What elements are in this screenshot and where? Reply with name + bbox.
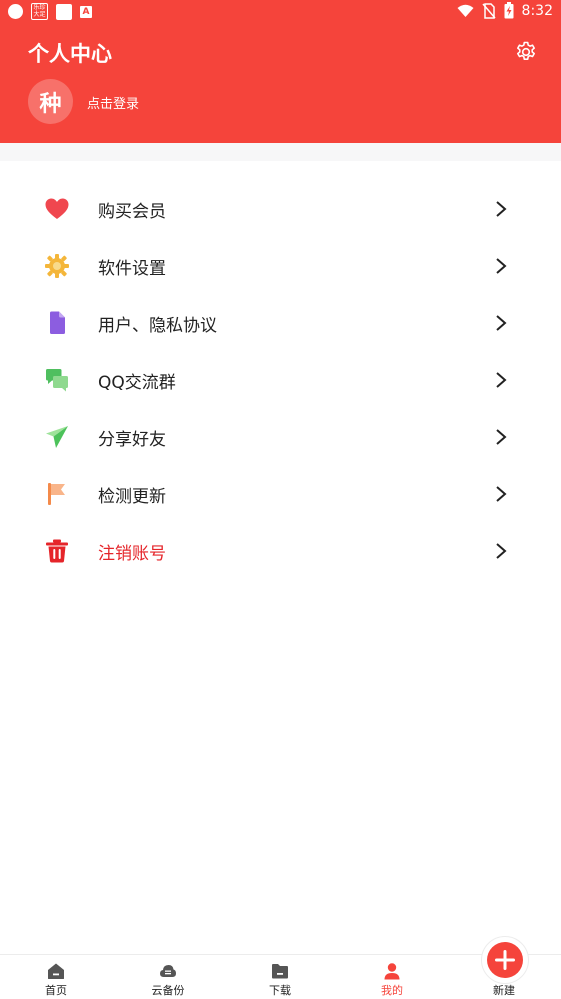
menu-item-label: 注销账号: [98, 544, 166, 564]
flag-icon: [48, 483, 65, 505]
menu-item-check-update[interactable]: 检测更新: [0, 465, 561, 522]
menu-item-software-settings[interactable]: 软件设置: [0, 237, 561, 294]
tab-label: 新建: [493, 984, 515, 997]
bottom-tab-bar: 首页 云备份 下载 我的 新建: [0, 954, 561, 999]
menu-item-label: QQ交流群: [98, 373, 176, 393]
menu-item-buy-membership[interactable]: 购买会员: [0, 180, 561, 237]
tab-cloud-backup[interactable]: 云备份: [112, 955, 224, 999]
status-bar: 乐珍大足 A 8:32: [0, 0, 561, 24]
trash-icon: [46, 539, 68, 563]
menu-item-label: 软件设置: [98, 259, 166, 279]
menu-item-qq-group[interactable]: QQ交流群: [0, 351, 561, 408]
user-icon: [384, 963, 400, 980]
menu-item-delete-account[interactable]: 注销账号: [0, 522, 561, 579]
menu-item-share-friends[interactable]: 分享好友: [0, 408, 561, 465]
document-icon: [50, 311, 65, 334]
chevron-right-icon: [496, 201, 507, 217]
chevron-right-icon: [496, 258, 507, 274]
tab-home[interactable]: 首页: [0, 955, 112, 999]
section-divider: [0, 143, 561, 161]
tab-label: 云备份: [151, 984, 185, 997]
menu-item-user-privacy-agreement[interactable]: 用户、隐私协议: [0, 294, 561, 351]
tab-mine[interactable]: 我的: [336, 955, 448, 999]
paper-plane-icon: [46, 426, 68, 448]
square-notification-icon: [56, 3, 72, 20]
avatar[interactable]: 种: [28, 79, 73, 124]
chevron-right-icon: [496, 429, 507, 445]
menu-item-label: 用户、隐私协议: [98, 316, 217, 336]
clock: 8:32: [521, 2, 553, 19]
tab-label: 下载: [269, 984, 291, 997]
menu-item-label: 分享好友: [98, 430, 166, 450]
plus-icon: [495, 950, 515, 970]
tab-label: 首页: [45, 984, 67, 997]
wifi-icon: [457, 4, 474, 17]
chevron-right-icon: [496, 372, 507, 388]
home-icon: [48, 963, 64, 979]
settings-menu: 购买会员 软件设置 用户、隐私协议 QQ交流群 分享好友 检测更新 注销账号: [0, 180, 561, 579]
tab-label: 我的: [381, 984, 403, 997]
battery-charging-icon: [504, 2, 514, 19]
chevron-right-icon: [496, 543, 507, 559]
notification-dot-icon: [8, 4, 23, 19]
menu-item-label: 检测更新: [98, 487, 166, 507]
settings-gear-icon[interactable]: [514, 40, 538, 64]
no-sim-icon: [481, 2, 496, 19]
tab-download[interactable]: 下载: [224, 955, 336, 999]
login-link[interactable]: 点击登录: [87, 93, 139, 112]
chat-icon: [46, 369, 68, 392]
chevron-right-icon: [496, 315, 507, 331]
page-title: 个人中心: [28, 42, 112, 66]
menu-item-label: 购买会员: [98, 202, 166, 222]
chevron-right-icon: [496, 486, 507, 502]
sun-gear-icon: [45, 254, 69, 278]
new-fab-button[interactable]: [487, 942, 523, 978]
a-notification-icon: A: [80, 5, 92, 18]
folder-icon: [272, 964, 288, 979]
profile-header: 乐珍大足 A 8:32 个人中心 种 点击登录: [0, 0, 561, 143]
app-notification-icon: 乐珍大足: [31, 3, 48, 20]
heart-icon: [45, 198, 69, 219]
cloud-icon: [160, 965, 176, 977]
